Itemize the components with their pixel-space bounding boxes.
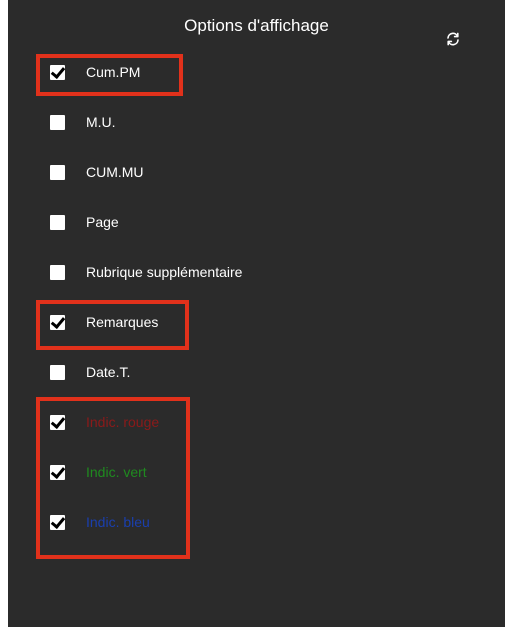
option-label: Remarques bbox=[86, 314, 159, 330]
checkbox-remarques[interactable] bbox=[50, 314, 65, 330]
option-label: Indic. bleu bbox=[86, 514, 150, 530]
option-label: Page bbox=[86, 214, 119, 230]
display-options-panel: Options d'affichage Cum.PM M.U. CUM.MU P… bbox=[8, 0, 505, 627]
checkbox-indic-rouge[interactable] bbox=[50, 414, 65, 430]
checkbox-indic-bleu[interactable] bbox=[50, 514, 65, 530]
option-label: Indic. rouge bbox=[86, 414, 160, 430]
option-label: CUM.MU bbox=[86, 164, 144, 180]
checkbox-date-t[interactable] bbox=[50, 364, 65, 380]
option-label: Cum.PM bbox=[86, 64, 141, 80]
checkbox-cum-pm[interactable] bbox=[50, 64, 65, 80]
option-indic-vert[interactable]: Indic. vert bbox=[50, 458, 147, 486]
panel-title: Options d'affichage bbox=[184, 16, 329, 35]
checkbox-mu[interactable] bbox=[50, 114, 65, 130]
option-mu[interactable]: M.U. bbox=[50, 108, 116, 136]
option-remarques[interactable]: Remarques bbox=[50, 308, 158, 336]
checkbox-cum-mu[interactable] bbox=[50, 164, 65, 180]
option-label: Indic. vert bbox=[86, 464, 147, 480]
option-date-t[interactable]: Date.T. bbox=[50, 358, 130, 386]
option-page[interactable]: Page bbox=[50, 208, 119, 236]
option-indic-rouge[interactable]: Indic. rouge bbox=[50, 408, 159, 436]
checkbox-page[interactable] bbox=[50, 214, 65, 230]
option-cum-mu[interactable]: CUM.MU bbox=[50, 158, 144, 186]
refresh-icon[interactable] bbox=[445, 31, 461, 47]
option-indic-bleu[interactable]: Indic. bleu bbox=[50, 508, 150, 536]
option-label: Rubrique supplémentaire bbox=[86, 264, 243, 280]
option-cum-pm[interactable]: Cum.PM bbox=[50, 58, 140, 86]
option-label: M.U. bbox=[86, 114, 116, 130]
checkbox-rubrique-supplementaire[interactable] bbox=[50, 264, 65, 280]
option-label: Date.T. bbox=[86, 364, 131, 380]
option-rubrique-supplementaire[interactable]: Rubrique supplémentaire bbox=[50, 258, 242, 286]
checkbox-indic-vert[interactable] bbox=[50, 464, 65, 480]
